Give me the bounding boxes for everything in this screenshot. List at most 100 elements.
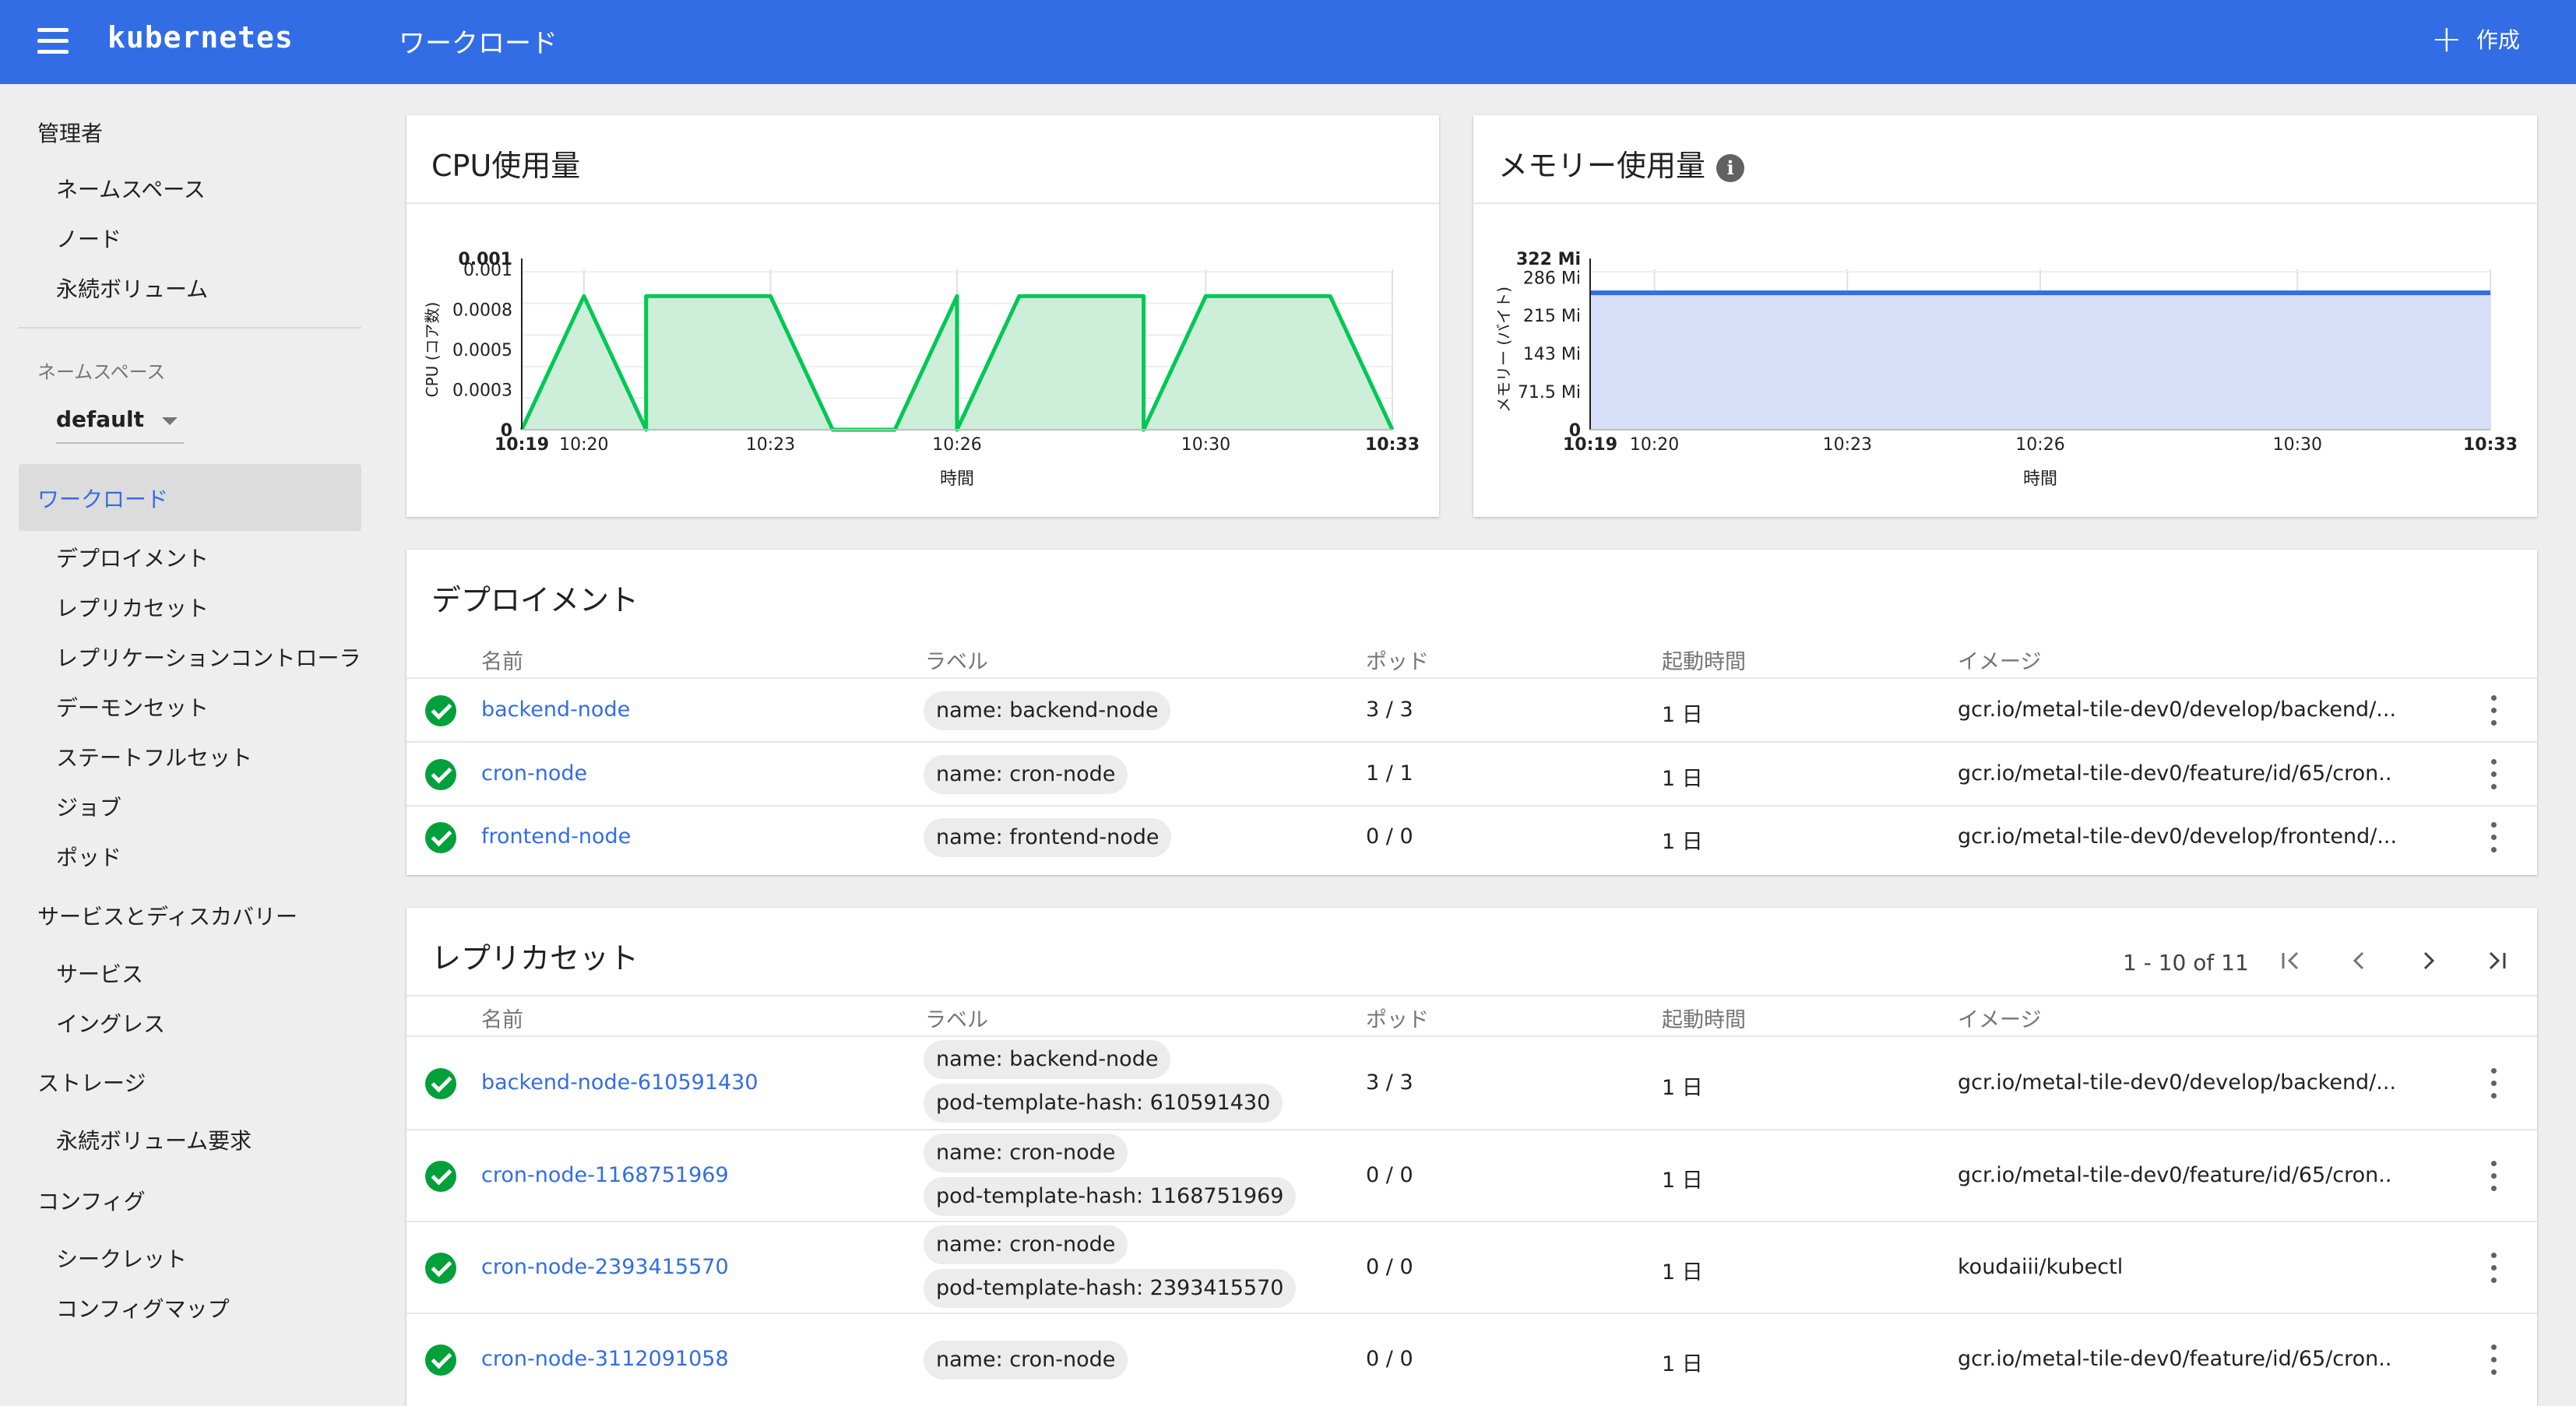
column-header-age[interactable]: 起動時間 bbox=[1662, 1003, 1746, 1033]
more-vert-icon[interactable] bbox=[2489, 1067, 2498, 1101]
create-button[interactable]: + 作成 bbox=[2431, 20, 2520, 58]
previous-page-icon[interactable] bbox=[2344, 945, 2375, 976]
hamburger-menu-icon[interactable] bbox=[37, 28, 69, 54]
x-axis-title: 時間 bbox=[940, 469, 974, 489]
label-chip: name: backend-node bbox=[924, 1040, 1171, 1079]
row-name-link[interactable]: cron-node-3112091058 bbox=[481, 1347, 729, 1371]
x-tick-label: 10:26 bbox=[932, 435, 981, 455]
table-row[interactable]: backend-node name: backend-node 3 / 3 1 日 gc… bbox=[406, 677, 2537, 743]
sidebar-item-services[interactable]: サービス bbox=[56, 958, 143, 989]
sidebar-item-workloads[interactable]: ワークロード bbox=[19, 464, 361, 531]
sidebar-item-namespaces[interactable]: ネームスペース bbox=[56, 173, 206, 204]
row-name-link[interactable]: cron-node-1168751969 bbox=[481, 1163, 729, 1187]
sidebar-item-daemonsets[interactable]: デーモンセット bbox=[56, 691, 209, 722]
row-name-link[interactable]: backend-node-610591430 bbox=[481, 1070, 758, 1095]
series-area bbox=[1590, 293, 2490, 430]
sidebar-section-storage[interactable]: ストレージ bbox=[37, 1067, 146, 1098]
more-vert-icon[interactable] bbox=[2489, 694, 2498, 728]
x-tick-label: 10:30 bbox=[1181, 435, 1230, 455]
row-pods: 3 / 3 bbox=[1366, 698, 1413, 722]
sidebar-item-statefulsets[interactable]: ステートフルセット bbox=[56, 741, 252, 772]
y-axis-title: メモリー (バイト) bbox=[1494, 286, 1513, 413]
y-tick-label: 286 Mi bbox=[1523, 269, 1581, 288]
sidebar-item-nodes[interactable]: ノード bbox=[56, 223, 121, 254]
y-tick-label: 0.0005 bbox=[452, 341, 512, 360]
sidebar-item-jobs[interactable]: ジョブ bbox=[56, 791, 121, 822]
y-tick-label: 322 Mi bbox=[1516, 250, 1581, 269]
table-row[interactable]: cron-node name: cron-node 1 / 1 1 日 gcr.io/m… bbox=[406, 741, 2537, 807]
sidebar-item-secrets[interactable]: シークレット bbox=[56, 1243, 187, 1274]
label-chip: name: cron-node bbox=[924, 1225, 1128, 1264]
pagination-range: 1 - 10 of 11 bbox=[2123, 950, 2249, 975]
row-name-link[interactable]: cron-node-2393415570 bbox=[481, 1255, 729, 1279]
sidebar-item-pods[interactable]: ポッド bbox=[56, 841, 121, 872]
more-vert-icon[interactable] bbox=[2489, 1343, 2498, 1377]
table-row[interactable]: cron-node-1168751969 name: cron-node pod-t… bbox=[406, 1129, 2537, 1222]
first-page-icon[interactable] bbox=[2275, 945, 2307, 976]
status-ok-icon bbox=[425, 1068, 456, 1099]
table-row[interactable]: backend-node-610591430 name: backend-node… bbox=[406, 1035, 2537, 1130]
label-chip: name: cron-node bbox=[924, 755, 1128, 794]
more-vert-icon[interactable] bbox=[2489, 1251, 2498, 1285]
row-image: koudaiii/kubectl bbox=[1958, 1255, 2124, 1279]
namespace-select[interactable]: default bbox=[56, 406, 184, 444]
row-name-link[interactable]: frontend-node bbox=[481, 824, 631, 849]
x-tick-label: 10:26 bbox=[2015, 435, 2064, 455]
table-row[interactable]: cron-node-2393415570 name: cron-node pod-t… bbox=[406, 1221, 2537, 1314]
label-chip: name: cron-node bbox=[924, 1341, 1128, 1380]
row-image: gcr.io/metal-tile-dev0/feature/id/65/cro… bbox=[1958, 1163, 2392, 1187]
sidebar-item-configmaps[interactable]: コンフィグマップ bbox=[56, 1292, 230, 1323]
row-name-link[interactable]: cron-node bbox=[481, 761, 587, 786]
label-chip: name: cron-node bbox=[924, 1134, 1128, 1172]
row-image: gcr.io/metal-tile-dev0/feature/id/65/cro… bbox=[1958, 761, 2392, 786]
last-page-icon[interactable] bbox=[2481, 945, 2512, 976]
row-image: gcr.io/metal-tile-dev0/develop/backend/.… bbox=[1958, 698, 2397, 722]
row-name-link[interactable]: backend-node bbox=[481, 698, 630, 722]
row-age: 1 日 bbox=[1662, 703, 1703, 727]
x-tick-label: 10:23 bbox=[1823, 435, 1872, 455]
status-ok-icon bbox=[425, 695, 456, 726]
deployments-title: デプロイメント bbox=[431, 583, 639, 617]
x-tick-label: 10:19 bbox=[494, 435, 549, 455]
table-row[interactable]: cron-node-3112091058 name: cron-node 0 / 0… bbox=[406, 1313, 2537, 1406]
y-axis-title: CPU (コア数) bbox=[423, 302, 442, 398]
row-age: 1 日 bbox=[1662, 1352, 1703, 1376]
x-tick-label: 10:30 bbox=[2273, 435, 2322, 455]
sidebar-item-persistent-volumes[interactable]: 永続ボリューム bbox=[56, 272, 208, 304]
cpu-chart: 00.00030.00050.00080.0010.00110:19 10:20 1… bbox=[423, 250, 1420, 489]
more-vert-icon[interactable] bbox=[2489, 757, 2498, 792]
row-pods: 3 / 3 bbox=[1366, 1070, 1413, 1095]
column-header-age[interactable]: 起動時間 bbox=[1662, 645, 1746, 675]
row-image: gcr.io/metal-tile-dev0/develop/frontend/… bbox=[1958, 824, 2398, 849]
y-tick-label: 0.0003 bbox=[452, 381, 512, 401]
label-chip: name: backend-node bbox=[924, 691, 1171, 730]
more-vert-icon[interactable] bbox=[2489, 821, 2498, 855]
row-pods: 0 / 0 bbox=[1366, 824, 1413, 849]
row-pods: 0 / 0 bbox=[1366, 1347, 1413, 1371]
status-ok-icon bbox=[425, 822, 456, 853]
column-header-name[interactable]: 名前 bbox=[481, 1003, 523, 1033]
sidebar-section-admin[interactable]: 管理者 bbox=[37, 117, 103, 148]
sidebar-item-replication-controllers[interactable]: レプリケーションコントローラ bbox=[56, 641, 361, 673]
namespace-value: default bbox=[56, 406, 145, 432]
more-vert-icon[interactable] bbox=[2489, 1159, 2498, 1193]
sidebar-section-discovery[interactable]: サービスとディスカバリー bbox=[37, 900, 297, 931]
sidebar-item-ingresses[interactable]: イングレス bbox=[56, 1007, 165, 1039]
create-label: 作成 bbox=[2476, 27, 2520, 53]
brand-logo[interactable]: kubernetes bbox=[107, 20, 294, 54]
table-row[interactable]: frontend-node name: frontend-node 0 / 0 1 日… bbox=[406, 805, 2537, 869]
x-tick-label: 10:20 bbox=[1630, 435, 1679, 455]
sidebar-section-config[interactable]: コンフィグ bbox=[37, 1185, 146, 1216]
sidebar-item-replicasets[interactable]: レプリカセット bbox=[56, 592, 209, 623]
sidebar-item-workloads-label: ワークロード bbox=[37, 487, 169, 512]
cpu-usage-card: CPU使用量 0 0.0003 0.0005 0.0008 0.001 0.001 10:1… bbox=[406, 115, 1439, 517]
label-chip: name: frontend-node bbox=[924, 818, 1172, 857]
memory-chart: 071.5 Mi143 Mi215 Mi286 Mi322 Mi10:19 10:… bbox=[1494, 250, 2518, 489]
sidebar-item-pvc[interactable]: 永続ボリューム要求 bbox=[56, 1124, 252, 1155]
sidebar-item-deployments[interactable]: デプロイメント bbox=[56, 542, 209, 573]
row-image: gcr.io/metal-tile-dev0/feature/id/65/cro… bbox=[1958, 1347, 2392, 1371]
column-header-name[interactable]: 名前 bbox=[481, 645, 523, 675]
column-header-images: イメージ bbox=[1958, 650, 2042, 674]
next-page-icon[interactable] bbox=[2412, 945, 2444, 976]
y-tick-label: 143 Mi bbox=[1523, 345, 1581, 364]
